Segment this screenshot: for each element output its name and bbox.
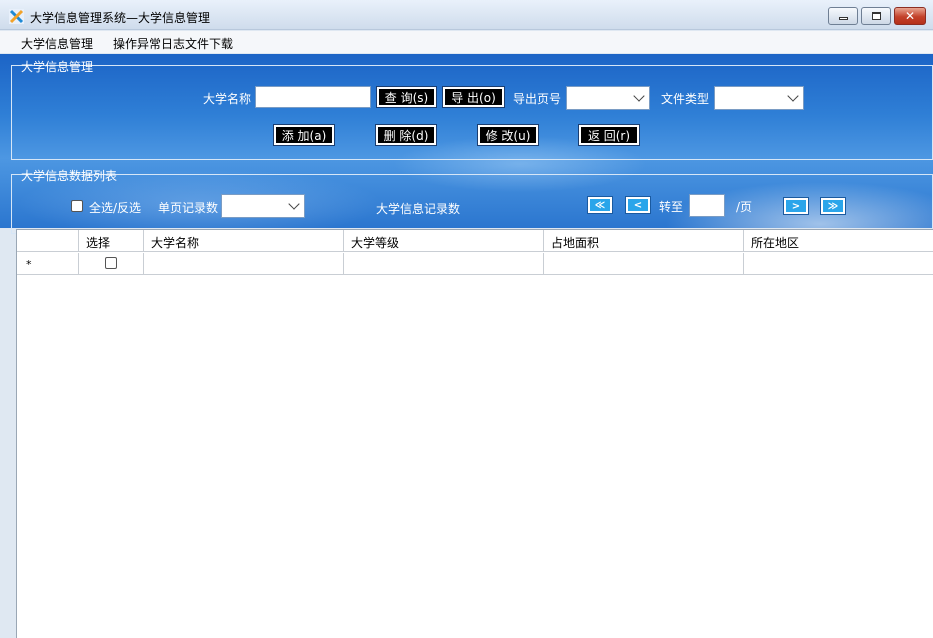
grid-header-row: 选择 大学名称 大学等级 占地面积 所在地区 <box>17 229 933 252</box>
page-size-label: 单页记录数 <box>158 201 219 215</box>
maximize-icon <box>871 12 881 20</box>
prev-page-button[interactable]: < <box>625 196 651 214</box>
record-count-label: 大学信息记录数 <box>376 202 461 216</box>
page-suffix-label: /页 <box>736 200 753 214</box>
window-title: 大学信息管理系统—大学信息管理 <box>30 11 211 25</box>
query-group-legend: 大学信息管理 <box>21 60 94 74</box>
dropdown-arrow-icon <box>787 90 799 102</box>
export-page-label: 导出页号 <box>513 92 562 106</box>
goto-label: 转至 <box>659 200 684 214</box>
column-header-select[interactable]: 选择 <box>79 230 144 251</box>
close-icon: ✕ <box>904 9 916 23</box>
dropdown-arrow-icon <box>633 90 645 102</box>
column-header-university-name[interactable]: 大学名称 <box>144 230 344 251</box>
column-header-university-level[interactable]: 大学等级 <box>344 230 544 251</box>
menu-bar: 大学信息管理 操作异常日志文件下载 <box>0 31 933 53</box>
row-select-checkbox[interactable] <box>105 257 117 269</box>
menu-university-info[interactable]: 大学信息管理 <box>21 35 93 52</box>
file-type-label: 文件类型 <box>661 92 710 106</box>
last-page-button[interactable]: ≫ <box>820 197 846 215</box>
column-header-area[interactable]: 占地面积 <box>544 230 744 251</box>
select-cell[interactable] <box>79 253 144 274</box>
minimize-button[interactable] <box>828 7 858 25</box>
area-cell[interactable] <box>544 253 744 274</box>
dropdown-arrow-icon <box>288 198 300 210</box>
university-name-input[interactable] <box>255 86 371 108</box>
app-icon <box>9 9 24 24</box>
query-groupbox: 大学信息管理 <box>11 60 933 160</box>
maximize-button[interactable] <box>861 7 891 25</box>
file-type-combo[interactable] <box>714 86 804 110</box>
export-button[interactable]: 导 出(o) <box>442 86 505 108</box>
minimize-icon <box>838 17 848 20</box>
menu-error-log-download[interactable]: 操作异常日志文件下载 <box>113 35 233 52</box>
page-size-combo[interactable] <box>221 194 305 218</box>
goto-page-input[interactable] <box>689 194 725 217</box>
row-header-cell: * <box>17 253 79 274</box>
export-page-combo[interactable] <box>566 86 650 110</box>
close-button[interactable]: ✕ <box>894 7 926 25</box>
table-row[interactable]: * <box>17 253 933 275</box>
row-header-column <box>17 230 79 251</box>
new-row-marker: * <box>26 258 32 271</box>
blue-panel: 大学信息管理 大学名称 查 询(s) 导 出(o) 导出页号 文件类型 添 加(… <box>0 54 933 234</box>
select-all-label: 全选/反选 <box>89 201 142 215</box>
region-cell[interactable] <box>744 253 933 274</box>
back-button[interactable]: 返 回(r) <box>578 124 640 146</box>
university-level-cell[interactable] <box>344 253 544 274</box>
next-page-button[interactable]: > <box>783 197 809 215</box>
select-all-checkbox[interactable] <box>71 200 83 212</box>
query-button[interactable]: 查 询(s) <box>376 86 437 108</box>
title-bar: 大学信息管理系统—大学信息管理 ✕ <box>0 0 933 30</box>
first-page-button[interactable]: ≪ <box>587 196 613 214</box>
list-group-legend: 大学信息数据列表 <box>21 169 118 183</box>
column-header-region[interactable]: 所在地区 <box>744 230 933 251</box>
add-button[interactable]: 添 加(a) <box>273 124 335 146</box>
data-grid[interactable]: 选择 大学名称 大学等级 占地面积 所在地区 * <box>16 229 933 638</box>
modify-button[interactable]: 修 改(u) <box>477 124 539 146</box>
university-name-cell[interactable] <box>144 253 344 274</box>
university-name-label: 大学名称 <box>203 92 252 106</box>
delete-button[interactable]: 删 除(d) <box>375 124 437 146</box>
